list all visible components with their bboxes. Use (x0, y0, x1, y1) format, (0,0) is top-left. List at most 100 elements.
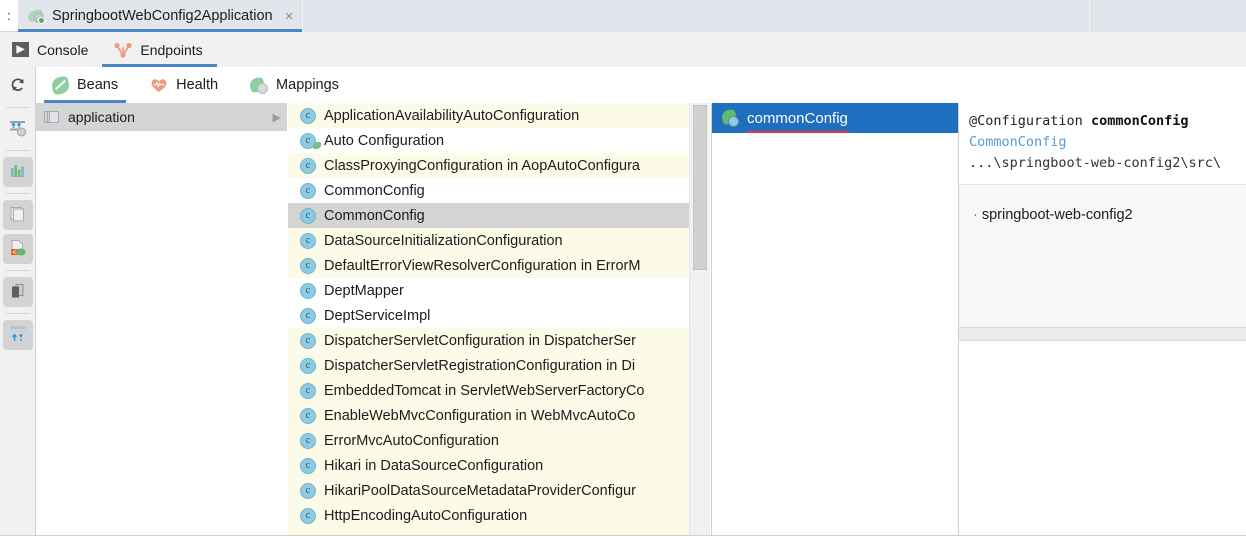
refresh-button[interactable] (3, 71, 33, 101)
refresh-icon (9, 76, 27, 97)
tree-item-application[interactable]: application ▶ (36, 103, 287, 131)
bean-documentation-panel: @Configuration commonConfig CommonConfig… (959, 103, 1246, 536)
bean-list-item-label: HikariPoolDataSourceMetadataProviderConf… (324, 483, 688, 499)
bean-list-item[interactable]: cDataSourceInitializationConfiguration▶ (288, 228, 710, 253)
svg-text:<: < (12, 249, 16, 256)
bean-list-item-label: ApplicationAvailabilityAutoConfiguration (324, 108, 688, 124)
chart-bars-icon (9, 162, 27, 183)
left-toolbar-rail: < (0, 67, 36, 536)
graph-node-label: commonConfig (747, 110, 848, 127)
class-badge-icon: c (300, 283, 316, 299)
bean-list-item[interactable]: cCommonConfig▶ (288, 203, 710, 228)
bean-list-item-label: DataSourceInitializationConfiguration (324, 233, 688, 249)
tabstrip-empty-area-right (1090, 0, 1246, 32)
graph-node-commonconfig[interactable]: commonConfig (712, 103, 958, 133)
bean-list[interactable]: c ApplicationAvailabilityAutoConfiguratio… (288, 103, 710, 536)
tab-mappings[interactable]: Mappings (234, 67, 355, 103)
class-badge-icon: c (300, 158, 316, 174)
bean-list-item[interactable]: c HikariPoolDataSourceMetadataProviderCon… (288, 478, 710, 503)
class-badge-icon: c (300, 108, 316, 124)
class-badge-icon: c (300, 408, 316, 424)
doc-bean-name: commonConfig (1091, 113, 1189, 129)
console-icon: ▶ (12, 42, 29, 57)
window-tab-label: SpringbootWebConfig2Application (52, 8, 273, 24)
chart-bars-button[interactable] (3, 157, 33, 187)
beans-health-mappings-tabs: Beans Health Mappings (36, 67, 1246, 103)
endpoints-main-area: Beans Health Mappings application ▶ (36, 67, 1246, 536)
bean-list-item-label: DispatcherServletConfiguration in Dispat… (324, 333, 688, 349)
tab-health-label: Health (176, 77, 218, 93)
tab-beans-label: Beans (77, 77, 118, 93)
heart-pulse-icon (150, 77, 168, 93)
bean-list-item-label: Hikari in DataSourceConfiguration (324, 458, 688, 474)
bean-list-item[interactable]: cCommonConfig (288, 178, 710, 203)
bean-graph-panel[interactable]: commonConfig (711, 103, 959, 536)
doc-dependencies: springboot-web-config2 (959, 185, 1246, 327)
mappings-leaf-icon (250, 77, 268, 94)
class-badge-icon: c (300, 208, 316, 224)
tabstrip-empty-area (303, 0, 1090, 32)
expand-collapse-icon (8, 118, 28, 141)
endpoints-graph-icon (114, 42, 132, 58)
window-tab-springboot-application[interactable]: SpringbootWebConfig2Application × (18, 0, 303, 32)
bean-list-scrollbar-thumb[interactable] (693, 105, 707, 270)
bean-list-item-label: ClassProxyingConfiguration in AopAutoCon… (324, 158, 688, 174)
doc-empty-area: Powered by yFiles (959, 341, 1246, 536)
export-image-icon: < (9, 239, 27, 260)
bean-leaf-icon (52, 77, 69, 94)
bean-list-item[interactable]: c ApplicationAvailabilityAutoConfiguratio… (288, 103, 710, 128)
class-badge-icon: c (300, 233, 316, 249)
tab-endpoints[interactable]: Endpoints (102, 32, 216, 67)
bean-list-item-label: EmbeddedTomcat in ServletWebServerFactor… (324, 383, 688, 399)
bean-list-item[interactable]: c DispatcherServletRegistrationConfigurat… (288, 353, 710, 378)
bean-list-item[interactable]: cDefaultErrorViewResolverConfiguration i… (288, 253, 710, 278)
bean-list-item[interactable]: c EnableWebMvcConfiguration in WebMvcAuto… (288, 403, 710, 428)
export-image-button[interactable]: < (3, 234, 33, 264)
class-badge-icon: c (300, 308, 316, 324)
bean-list-item-label: EnableWebMvcConfiguration in WebMvcAutoC… (324, 408, 688, 424)
tab-mappings-label: Mappings (276, 77, 339, 93)
copy-pages-icon (9, 205, 27, 226)
bean-list-item-label: CommonConfig (324, 208, 688, 224)
rail-divider-5 (6, 313, 30, 314)
bean-list-item[interactable]: cErrorMvcAutoConfiguration▶ (288, 428, 710, 453)
tab-health[interactable]: Health (134, 67, 234, 103)
tab-endpoints-label: Endpoints (140, 42, 202, 58)
bean-list-item[interactable]: c DeptServiceImpl (288, 303, 710, 328)
doc-signature-line: @Configuration commonConfig (969, 111, 1246, 132)
close-icon[interactable]: × (285, 9, 294, 24)
expand-collapse-button[interactable] (3, 114, 33, 144)
bean-list-item[interactable]: c ClassProxyingConfiguration in AopAutoCo… (288, 153, 710, 178)
bean-list-scrollbar[interactable] (689, 103, 710, 536)
class-badge-icon: c (300, 483, 316, 499)
doc-strip-divider (959, 327, 1246, 341)
bean-list-item[interactable]: cDeptMapper (288, 278, 710, 303)
doc-dependency-item[interactable]: springboot-web-config2 (973, 207, 1246, 223)
doc-type-name[interactable]: CommonConfig (969, 132, 1246, 153)
rail-divider-4 (6, 270, 30, 271)
bean-list-item-label: DeptServiceImpl (324, 308, 706, 324)
bean-list-item[interactable]: cEmbeddedTomcat in ServletWebServerFacto… (288, 378, 710, 403)
class-badge-icon: c (300, 508, 316, 524)
bean-list-item-label: DefaultErrorViewResolverConfiguration in… (324, 258, 688, 274)
bean-list-item-label: Auto Configuration (324, 133, 706, 149)
bean-list-item[interactable]: cAuto Configuration (288, 128, 710, 153)
springboot-run-icon (28, 8, 45, 25)
duplicate-button[interactable] (3, 277, 33, 307)
class-badge-icon: c (300, 358, 316, 374)
class-badge-icon: c (300, 433, 316, 449)
copy-pages-button[interactable] (3, 200, 33, 230)
fit-content-button[interactable] (3, 320, 33, 350)
chevron-right-icon[interactable]: ▶ (273, 111, 281, 124)
tabstrip-gutter-label: : (0, 0, 18, 32)
rail-divider-2 (6, 150, 30, 151)
tab-beans[interactable]: Beans (36, 67, 134, 103)
tab-console[interactable]: ▶ Console (0, 32, 102, 67)
bean-list-item[interactable]: c DispatcherServletConfiguration in Dispa… (288, 328, 710, 353)
class-badge-icon: c (300, 333, 316, 349)
bean-list-item[interactable]: cHttpEncodingAutoConfiguration▶ (288, 503, 710, 528)
bean-list-item-label: DispatcherServletRegistrationConfigurati… (324, 358, 688, 374)
bean-list-item-label: CommonConfig (324, 183, 706, 199)
bean-list-item[interactable]: cHikari in DataSourceConfiguration▶ (288, 453, 710, 478)
rail-divider-1 (6, 107, 30, 108)
